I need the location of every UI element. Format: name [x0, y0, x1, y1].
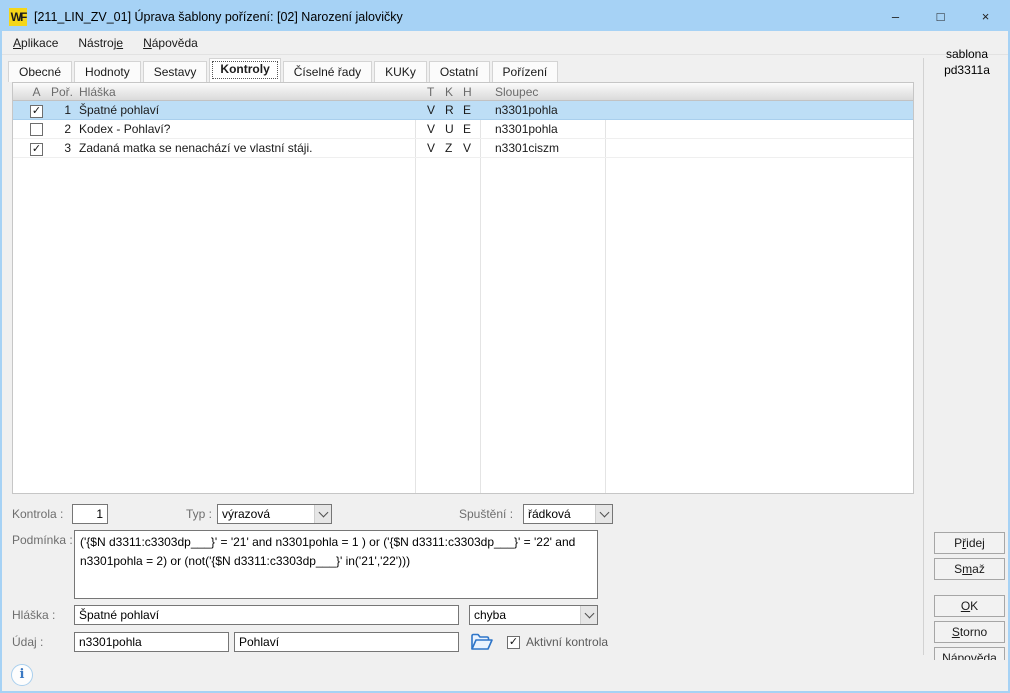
table-row[interactable]: ✓ 3 Zadaná matka se nenachází ve vlastní… [13, 139, 913, 158]
close-button[interactable]: × [963, 2, 1008, 31]
row-number: 3 [43, 139, 71, 158]
podminka-label: Podmínka : [12, 530, 73, 550]
info-icon[interactable]: i [11, 664, 33, 686]
table-header: A Poř. Hláška T K H Sloupec [13, 83, 913, 101]
title-bar: WF [211_LIN_ZV_01] Úprava šablony poříze… [2, 2, 1008, 31]
tab-ostatni[interactable]: Ostatní [429, 61, 490, 82]
row-number: 1 [43, 101, 71, 120]
minimize-button[interactable]: – [873, 2, 918, 31]
row-number: 2 [43, 120, 71, 139]
row-active-checkbox[interactable] [30, 123, 43, 136]
chevron-down-icon[interactable] [314, 505, 331, 523]
column-header-k[interactable]: K [445, 83, 461, 101]
status-bar: i [2, 660, 1008, 691]
row-t: V [427, 139, 443, 158]
chevron-down-icon[interactable] [580, 606, 597, 624]
tab-obecne[interactable]: Obecné [8, 61, 72, 82]
row-k: U [445, 120, 461, 139]
template-name: sablona pd3311a [924, 46, 1010, 78]
row-active-checkbox[interactable]: ✓ [30, 143, 43, 156]
podminka-textarea[interactable]: ('{$N d3311:c3303dp___}' = '21' and n330… [74, 530, 598, 599]
hlaska-type-select[interactable]: chyba [469, 605, 598, 625]
row-h: E [463, 101, 479, 120]
kontrola-label: Kontrola : [12, 504, 63, 524]
tab-porizeni[interactable]: Pořízení [492, 61, 559, 82]
aktivni-kontrola-checkbox[interactable]: ✓ Aktivní kontrola [507, 632, 608, 652]
kontrola-number-field[interactable] [72, 504, 108, 524]
hlaska-text-field[interactable] [74, 605, 459, 625]
row-sloupec: n3301pohla [495, 101, 610, 120]
pridej-button[interactable]: Přidej [934, 532, 1005, 554]
menu-aplikace[interactable]: Aplikace [4, 33, 67, 53]
typ-label: Typ : [186, 504, 212, 524]
column-header-t[interactable]: T [427, 83, 443, 101]
column-header-sloupec[interactable]: Sloupec [495, 83, 610, 101]
row-message: Kodex - Pohlaví? [79, 120, 419, 139]
typ-select[interactable]: výrazová [217, 504, 332, 524]
spusteni-label: Spuštění : [459, 504, 513, 524]
aktivni-kontrola-label: Aktivní kontrola [526, 635, 608, 649]
row-sloupec: n3301ciszm [495, 139, 610, 158]
menu-bar: Aplikace Nástroje Nápověda [2, 31, 1008, 55]
smaz-button[interactable]: Smaž [934, 558, 1005, 580]
row-message: Špatné pohlaví [79, 101, 419, 120]
ok-button[interactable]: OK [934, 595, 1005, 617]
controls-table: A Poř. Hláška T K H Sloupec ✓ 1 Špatné p… [12, 82, 914, 494]
tab-ciselne-rady[interactable]: Číselné řady [283, 61, 372, 82]
tab-kontroly[interactable]: Kontroly [209, 58, 280, 82]
udaj-name-field[interactable] [234, 632, 459, 652]
window-title: [211_LIN_ZV_01] Úprava šablony pořízení:… [34, 10, 403, 24]
tab-hodnoty[interactable]: Hodnoty [74, 61, 141, 82]
column-header-hlaska[interactable]: Hláška [79, 83, 419, 101]
udaj-label: Údaj : [12, 632, 43, 652]
app-icon: WF [9, 8, 27, 26]
open-folder-icon[interactable] [470, 632, 494, 652]
hlaska-label: Hláška : [12, 605, 55, 625]
storno-button[interactable]: Storno [934, 621, 1005, 643]
tab-bar: Obecné Hodnoty Sestavy Kontroly Číselné … [8, 58, 918, 82]
menu-nastroje[interactable]: Nástroje [69, 33, 132, 53]
row-sloupec: n3301pohla [495, 120, 610, 139]
row-active-checkbox[interactable]: ✓ [30, 105, 43, 118]
column-header-a[interactable]: A [27, 83, 46, 101]
row-message: Zadaná matka se nenachází ve vlastní stá… [79, 139, 419, 158]
checkbox-mark: ✓ [507, 636, 520, 649]
column-header-por[interactable]: Poř. [51, 83, 79, 101]
tab-sestavy[interactable]: Sestavy [143, 61, 208, 82]
table-row[interactable]: 2 Kodex - Pohlaví? V U E n3301pohla [13, 120, 913, 139]
row-t: V [427, 101, 443, 120]
tab-kuky[interactable]: KUKy [374, 61, 427, 82]
chevron-down-icon[interactable] [595, 505, 612, 523]
panel-divider [923, 58, 924, 655]
column-header-h[interactable]: H [463, 83, 479, 101]
row-k: Z [445, 139, 461, 158]
udaj-code-field[interactable] [74, 632, 229, 652]
row-h: V [463, 139, 479, 158]
table-row[interactable]: ✓ 1 Špatné pohlaví V R E n3301pohla [13, 101, 913, 120]
row-k: R [445, 101, 461, 120]
maximize-button[interactable]: □ [918, 2, 963, 31]
row-h: E [463, 120, 479, 139]
menu-napoveda[interactable]: Nápověda [134, 33, 207, 53]
row-t: V [427, 120, 443, 139]
application-window: WF [211_LIN_ZV_01] Úprava šablony poříze… [0, 0, 1010, 693]
spusteni-select[interactable]: řádková [523, 504, 613, 524]
